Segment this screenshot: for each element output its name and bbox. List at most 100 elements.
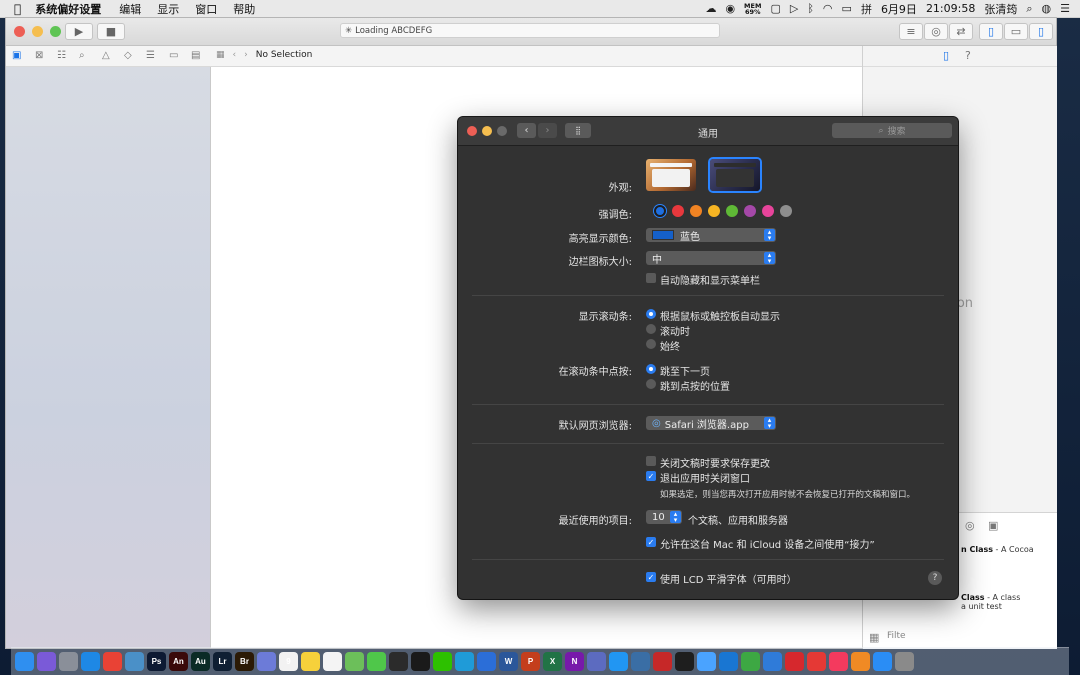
- animate-icon[interactable]: An: [169, 652, 188, 671]
- menu-view[interactable]: 显示: [157, 1, 179, 17]
- auto-hide-menubar-checkbox[interactable]: [646, 273, 656, 283]
- menubar-user[interactable]: 张清筠: [984, 1, 1017, 17]
- report-icon[interactable]: ▤: [191, 50, 200, 61]
- stop-button[interactable]: ■: [97, 23, 125, 40]
- wechat-icon[interactable]: [433, 652, 452, 671]
- assistant-editor-button[interactable]: ◎: [924, 23, 948, 40]
- battery-icon[interactable]: ▭: [842, 2, 852, 15]
- test-icon[interactable]: ◇: [124, 50, 132, 61]
- standard-editor-button[interactable]: ≡: [899, 23, 923, 40]
- apple-menu-icon[interactable]: : [14, 2, 21, 16]
- version-editor-button[interactable]: ⇄: [949, 23, 973, 40]
- accent-red[interactable]: [672, 205, 684, 217]
- menubar-time[interactable]: 21:09:58: [926, 2, 975, 15]
- netease-icon[interactable]: [785, 652, 804, 671]
- play-icon[interactable]: ▷: [790, 2, 798, 15]
- memory-status[interactable]: MEM 69%: [744, 2, 761, 15]
- scroll-when-scrolling-radio[interactable]: [646, 324, 656, 334]
- powerpoint-icon[interactable]: P: [521, 652, 540, 671]
- accent-pink[interactable]: [762, 205, 774, 217]
- onenote-icon[interactable]: N: [565, 652, 584, 671]
- close-windows-checkbox[interactable]: ✓: [646, 471, 656, 481]
- menu-window[interactable]: 窗口: [195, 1, 217, 17]
- find-icon[interactable]: ⌕: [79, 50, 85, 61]
- appstore-icon[interactable]: [873, 652, 892, 671]
- app4-icon[interactable]: [653, 652, 672, 671]
- excel-icon[interactable]: X: [543, 652, 562, 671]
- scroll-auto-radio[interactable]: [646, 309, 656, 319]
- bridge-icon[interactable]: Br: [235, 652, 254, 671]
- menu-app-name[interactable]: 系统偏好设置: [35, 1, 101, 17]
- help-button[interactable]: ?: [928, 571, 942, 585]
- accent-orange[interactable]: [690, 205, 702, 217]
- library-item[interactable]: n Class - A Cocoa: [961, 545, 1034, 554]
- siri-icon[interactable]: ◍: [1042, 2, 1052, 15]
- warning-icon[interactable]: △: [102, 50, 110, 61]
- sidebar-icon-size-popup[interactable]: 中 ▴ ▾: [646, 251, 776, 266]
- jump-to-spot-radio[interactable]: [646, 379, 656, 389]
- zoom-window-button[interactable]: [50, 26, 61, 37]
- ask-save-checkbox[interactable]: [646, 456, 656, 466]
- notification-center-icon[interactable]: ☰: [1060, 2, 1070, 15]
- accent-green[interactable]: [726, 205, 738, 217]
- messages-icon[interactable]: [367, 652, 386, 671]
- accent-blue[interactable]: [654, 205, 666, 217]
- filter-grid-icon[interactable]: ▦: [869, 631, 879, 644]
- appearance-light-option[interactable]: [646, 159, 696, 191]
- toggle-debug-button[interactable]: ▭: [1004, 23, 1028, 40]
- library-item[interactable]: Class - A class a unit test: [961, 593, 1020, 611]
- app5-icon[interactable]: [719, 652, 738, 671]
- video-icon[interactable]: [389, 652, 408, 671]
- notes-icon[interactable]: [301, 652, 320, 671]
- word-icon[interactable]: W: [499, 652, 518, 671]
- app6-icon[interactable]: [807, 652, 826, 671]
- accent-graphite[interactable]: [780, 205, 792, 217]
- lcd-smoothing-checkbox[interactable]: ✓: [646, 572, 656, 582]
- appearance-dark-option[interactable]: [710, 159, 760, 191]
- jump-bar-text[interactable]: No Selection: [256, 50, 313, 60]
- toggle-navigator-button[interactable]: ▯: [979, 23, 1003, 40]
- maps-icon[interactable]: [345, 652, 364, 671]
- search-icon[interactable]: ⌕: [1026, 2, 1032, 16]
- app3-icon[interactable]: [631, 652, 650, 671]
- terminal-icon[interactable]: [675, 652, 694, 671]
- numbers-icon[interactable]: [741, 652, 760, 671]
- prefs-icon[interactable]: [895, 652, 914, 671]
- object-library-icon[interactable]: ◎: [965, 519, 975, 532]
- default-browser-popup[interactable]: ◎ Safari 浏览器.app ▴ ▾: [646, 416, 776, 431]
- back-arrow-icon[interactable]: ‹: [233, 50, 237, 60]
- music-icon[interactable]: [829, 652, 848, 671]
- jump-next-page-radio[interactable]: [646, 364, 656, 374]
- file-inspector-icon[interactable]: ▯: [943, 49, 949, 62]
- preview-icon[interactable]: [125, 652, 144, 671]
- symbol-icon[interactable]: ☷: [57, 50, 66, 61]
- run-button[interactable]: ▶: [65, 23, 93, 40]
- photos-icon[interactable]: [323, 652, 342, 671]
- toggle-inspector-button[interactable]: ▯: [1029, 23, 1053, 40]
- launchpad-icon[interactable]: [59, 652, 78, 671]
- accent-purple[interactable]: [744, 205, 756, 217]
- discord-icon[interactable]: [257, 652, 276, 671]
- menu-help[interactable]: 帮助: [233, 1, 255, 17]
- photoshop-icon[interactable]: Ps: [147, 652, 166, 671]
- clipboard-icon[interactable]: ▢: [770, 2, 780, 15]
- keynote-icon[interactable]: [763, 652, 782, 671]
- handoff-checkbox[interactable]: ✓: [646, 537, 656, 547]
- media-library-icon[interactable]: ▣: [988, 519, 998, 532]
- wifi-icon[interactable]: ◠: [823, 2, 833, 15]
- edge-icon[interactable]: [455, 652, 474, 671]
- scroll-always-radio[interactable]: [646, 339, 656, 349]
- app2-icon[interactable]: [609, 652, 628, 671]
- breakpoint-icon[interactable]: ▭: [169, 50, 178, 61]
- highlight-color-popup[interactable]: 蓝色 ▴ ▾: [646, 228, 776, 243]
- grid-icon[interactable]: ▦: [216, 50, 225, 60]
- close-window-button[interactable]: [14, 26, 25, 37]
- icloud-icon[interactable]: [697, 652, 716, 671]
- recent-items-popup[interactable]: 10 ▴ ▾: [646, 510, 682, 524]
- source-control-icon[interactable]: ⊠: [35, 50, 43, 61]
- audition-icon[interactable]: Au: [191, 652, 210, 671]
- eye-icon[interactable]: ◉: [725, 2, 735, 15]
- books-icon[interactable]: [851, 652, 870, 671]
- filter-field[interactable]: Filte: [887, 631, 906, 641]
- qq-icon[interactable]: [411, 652, 430, 671]
